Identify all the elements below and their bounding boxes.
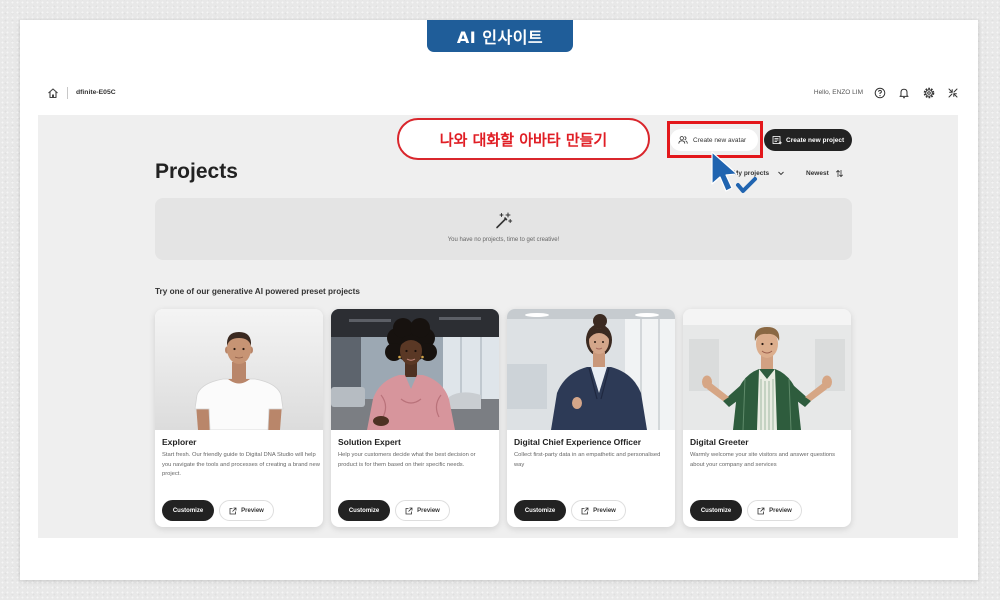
preview-button[interactable]: Preview xyxy=(219,500,274,521)
avatar-image-solution-expert xyxy=(331,309,499,430)
collapse-icon[interactable] xyxy=(947,87,959,99)
avatar-image-explorer xyxy=(155,309,323,430)
preview-button[interactable]: Preview xyxy=(747,500,802,521)
help-icon[interactable] xyxy=(874,87,886,99)
preview-label: Preview xyxy=(769,507,792,514)
customize-button[interactable]: Customize xyxy=(514,500,566,521)
avatar-image-digital-greeter xyxy=(683,309,851,430)
card-title: Solution Expert xyxy=(338,437,401,447)
card-title: Digital Greeter xyxy=(690,437,749,447)
external-link-icon xyxy=(405,507,413,515)
magic-wand-icon xyxy=(493,211,513,231)
preview-label: Preview xyxy=(241,507,264,514)
sort-label: Newest xyxy=(806,169,829,177)
card-description: Collect first-party data in an empatheti… xyxy=(514,452,661,468)
sort-icon xyxy=(835,169,844,178)
preset-card-digital-greeter[interactable]: Digital Greeter Warmly welcome your site… xyxy=(683,309,851,527)
project-icon xyxy=(772,135,782,145)
bell-icon[interactable] xyxy=(898,87,910,99)
preset-card-chief-experience-officer[interactable]: Digital Chief Experience Officer Collect… xyxy=(507,309,675,527)
customize-button[interactable]: Customize xyxy=(162,500,214,521)
gear-icon[interactable] xyxy=(923,87,935,99)
create-project-button[interactable]: Create new project xyxy=(764,129,852,151)
card-title: Digital Chief Experience Officer xyxy=(514,437,642,447)
cursor-check-icon xyxy=(710,150,758,196)
card-description: Help your customers decide what the best… xyxy=(338,452,476,468)
create-project-label: Create new project xyxy=(786,136,845,144)
customize-button[interactable]: Customize xyxy=(690,500,742,521)
user-greeting: Hello, ENZO LIM xyxy=(813,89,863,96)
empty-state-message: You have no projects, time to get creati… xyxy=(447,237,560,243)
section-banner: AI 인사이트 xyxy=(427,20,573,52)
sort-dropdown[interactable]: Newest xyxy=(806,167,844,179)
preset-card-solution-expert[interactable]: Solution Expert Help your customers deci… xyxy=(331,309,499,527)
chevron-down-icon xyxy=(777,169,785,177)
breadcrumb-divider xyxy=(67,87,68,99)
preset-projects-heading: Try one of our generative AI powered pre… xyxy=(155,287,360,296)
annotation-callout: 나와 대화할 아바타 만들기 xyxy=(397,118,650,160)
preview-button[interactable]: Preview xyxy=(571,500,626,521)
external-link-icon xyxy=(581,507,589,515)
home-icon[interactable] xyxy=(47,87,59,99)
card-description: Warmly welcome your site visitors and an… xyxy=(690,452,836,468)
preview-label: Preview xyxy=(417,507,440,514)
card-title: Explorer xyxy=(162,437,197,447)
external-link-icon xyxy=(229,507,237,515)
external-link-icon xyxy=(757,507,765,515)
page-title: Projects xyxy=(155,160,238,183)
preview-label: Preview xyxy=(593,507,616,514)
preview-button[interactable]: Preview xyxy=(395,500,450,521)
preset-card-explorer[interactable]: Explorer Start fresh. Our friendly guide… xyxy=(155,309,323,527)
avatar-image-chief-experience-officer xyxy=(507,309,675,430)
card-description: Start fresh. Our friendly guide to Digit… xyxy=(162,452,320,477)
customize-button[interactable]: Customize xyxy=(338,500,390,521)
workspace-name[interactable]: dfinite-E05C xyxy=(76,89,116,96)
